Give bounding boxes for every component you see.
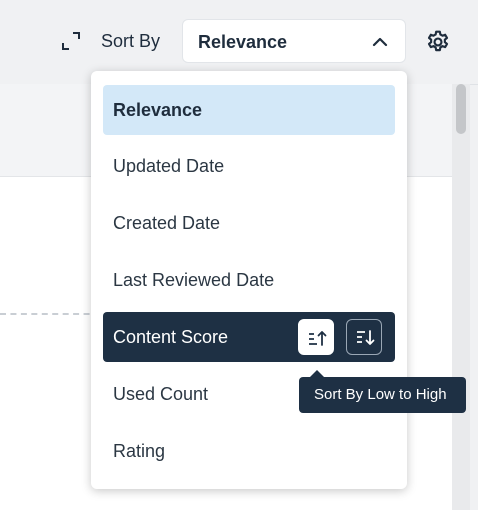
sort-dropdown-menu: Relevance Updated Date Created Date Last… <box>91 71 407 489</box>
dashed-divider <box>0 313 100 315</box>
option-label: Created Date <box>113 213 221 233</box>
sort-by-select[interactable]: Relevance <box>182 19 406 63</box>
sort-descending-button[interactable] <box>346 319 382 355</box>
sort-descending-icon <box>357 330 375 345</box>
sort-option-created-date[interactable]: Created Date <box>103 198 395 248</box>
sort-option-rating[interactable]: Rating <box>103 426 395 476</box>
sort-ascending-icon <box>309 331 327 346</box>
scrollbar-thumb[interactable] <box>456 84 466 134</box>
expand-icon[interactable] <box>60 30 82 52</box>
scrollbar-track[interactable] <box>452 84 470 510</box>
option-label: Last Reviewed Date <box>113 270 275 290</box>
tooltip-text: Sort By Low to High <box>314 386 447 403</box>
option-label: Updated Date <box>113 156 225 176</box>
chevron-up-icon <box>372 37 388 47</box>
sort-option-content-score[interactable]: Content Score <box>103 312 395 362</box>
option-label: Rating <box>113 441 166 461</box>
sort-option-relevance[interactable]: Relevance <box>103 85 395 135</box>
sort-by-selected-value: Relevance <box>198 32 288 52</box>
tooltip-arrow <box>310 370 324 377</box>
sort-option-last-reviewed-date[interactable]: Last Reviewed Date <box>103 255 395 305</box>
gear-icon[interactable] <box>425 29 451 55</box>
sort-option-updated-date[interactable]: Updated Date <box>103 141 395 191</box>
option-label: Content Score <box>113 327 229 347</box>
option-label: Relevance <box>113 100 203 120</box>
sort-tooltip: Sort By Low to High <box>299 370 466 413</box>
option-label: Used Count <box>113 384 209 404</box>
sort-by-label: Sort By <box>101 31 161 51</box>
sort-ascending-button[interactable] <box>298 319 334 355</box>
